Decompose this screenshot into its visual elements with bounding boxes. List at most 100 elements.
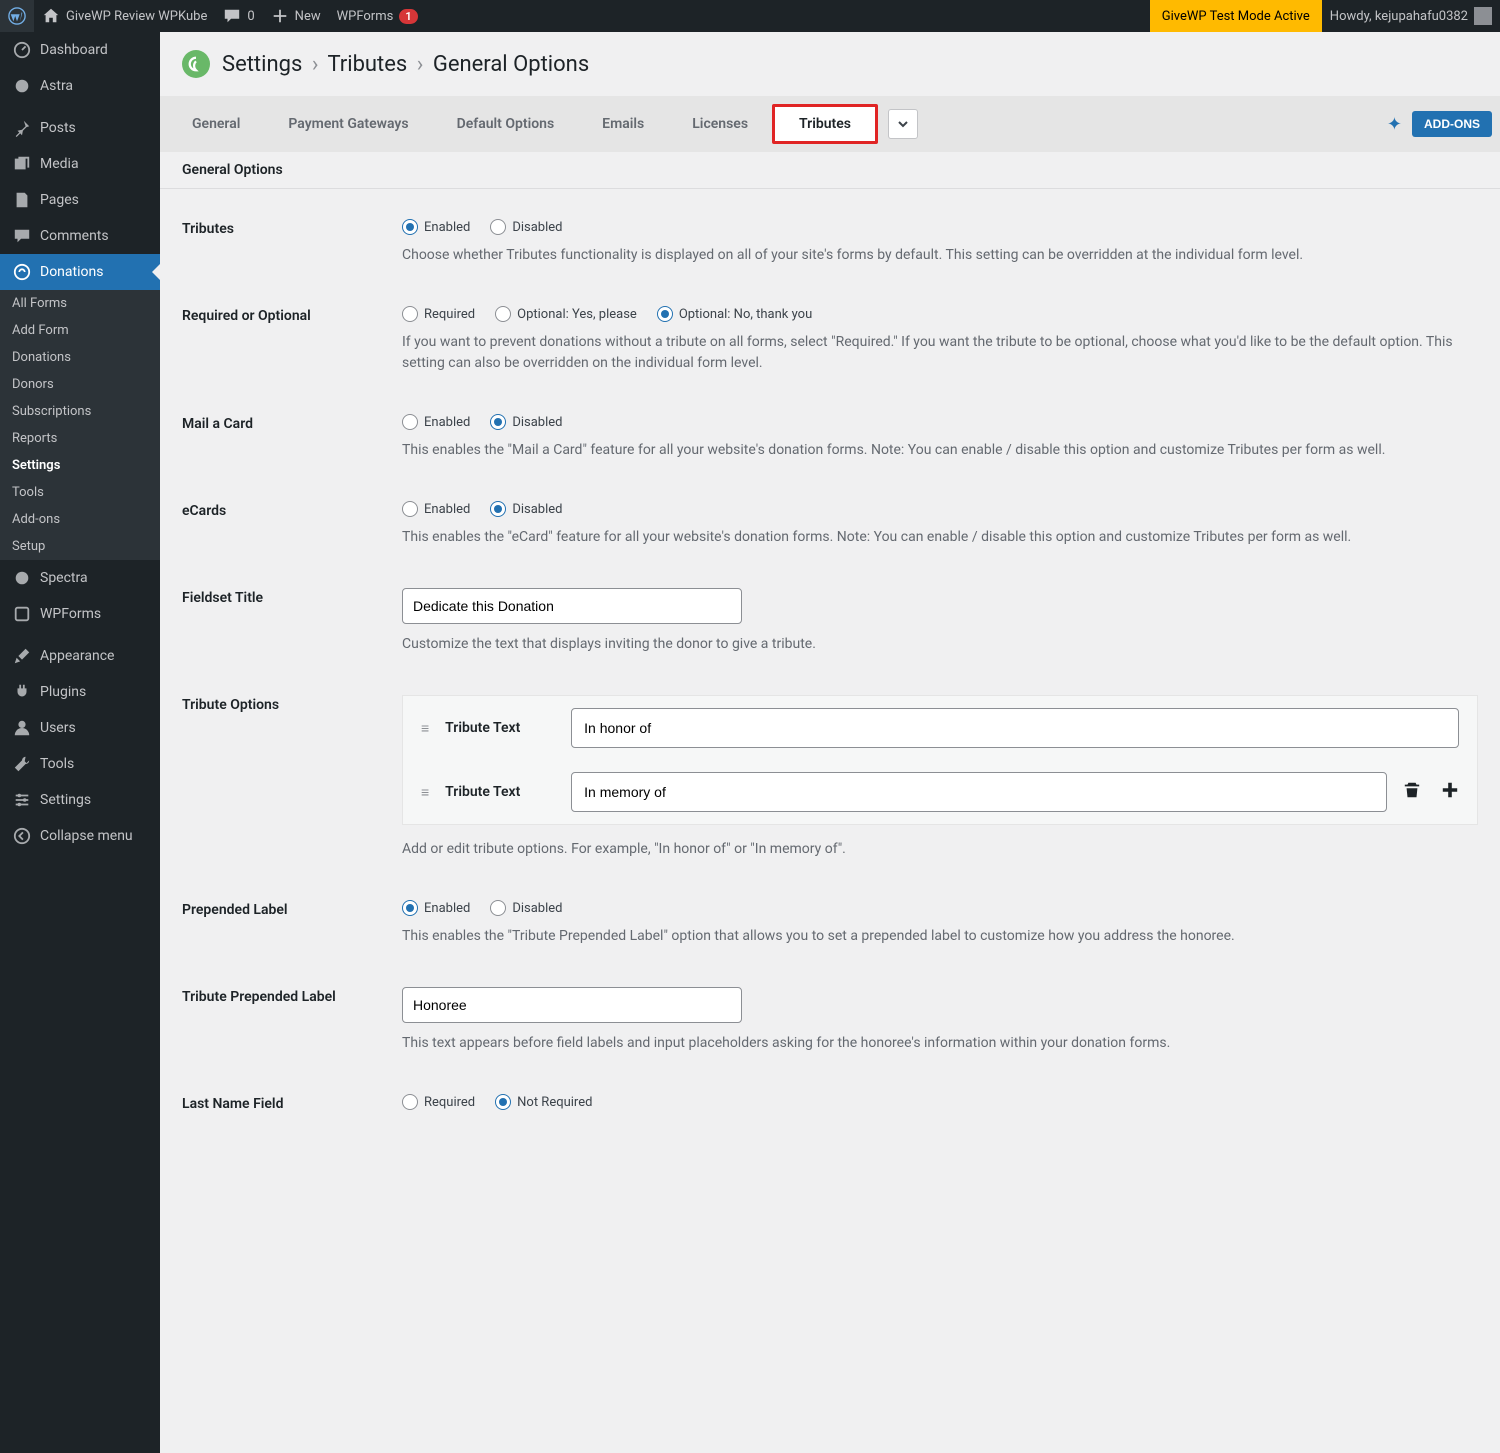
label-mail-card: Mail a Card	[182, 414, 402, 461]
sidebar-item-astra[interactable]: Astra	[0, 68, 160, 104]
label-tribute-prepended: Tribute Prepended Label	[182, 987, 402, 1054]
row-required: Required or Optional Required Optional: …	[182, 286, 1478, 394]
comment-icon	[223, 7, 241, 25]
media-icon	[12, 154, 32, 174]
ecards-enabled-radio[interactable]: Enabled	[402, 501, 470, 517]
site-name-link[interactable]: GiveWP Review WPKube	[34, 0, 215, 32]
submenu-donors[interactable]: Donors	[0, 371, 160, 398]
sidebar-item-wpforms[interactable]: WPForms	[0, 596, 160, 632]
home-icon	[42, 7, 60, 25]
label-tributes: Tributes	[182, 219, 402, 266]
prepended-enabled-radio[interactable]: Enabled	[402, 900, 470, 916]
admin-toolbar: GiveWP Review WPKube 0 New WPForms 1 Giv…	[0, 0, 1500, 32]
tributes-enabled-radio[interactable]: Enabled	[402, 219, 470, 235]
dashboard-icon	[12, 40, 32, 60]
sidebar-item-plugins[interactable]: Plugins	[0, 674, 160, 710]
sidebar-item-donations[interactable]: Donations	[0, 254, 160, 290]
tab-default-options[interactable]: Default Options	[433, 96, 579, 152]
givewp-icon	[12, 262, 32, 282]
submenu-all-forms[interactable]: All Forms	[0, 290, 160, 317]
avatar-icon	[1474, 7, 1492, 25]
wp-logo[interactable]	[0, 0, 34, 32]
sidebar-item-settings[interactable]: Settings	[0, 782, 160, 818]
user-icon	[12, 718, 32, 738]
addons-button[interactable]: ADD-ONS	[1412, 111, 1492, 137]
wpforms-link[interactable]: WPForms 1	[329, 0, 426, 32]
trash-icon	[1403, 781, 1421, 799]
mail-enabled-radio[interactable]: Enabled	[402, 414, 470, 430]
sidebar-item-tools[interactable]: Tools	[0, 746, 160, 782]
comments-link[interactable]: 0	[215, 0, 262, 32]
last-name-required-radio[interactable]: Required	[402, 1094, 475, 1110]
submenu-reports[interactable]: Reports	[0, 425, 160, 452]
optional-no-radio[interactable]: Optional: No, thank you	[657, 306, 812, 322]
wpforms-icon	[12, 604, 32, 624]
sidebar-item-dashboard[interactable]: Dashboard	[0, 32, 160, 68]
row-last-name: Last Name Field Required Not Required	[182, 1074, 1478, 1140]
tributes-disabled-radio[interactable]: Disabled	[490, 219, 562, 235]
test-mode-banner[interactable]: GiveWP Test Mode Active	[1150, 0, 1322, 32]
row-prepended-label: Prepended Label Enabled Disabled This en…	[182, 880, 1478, 967]
tribute-prepended-input[interactable]	[402, 987, 742, 1023]
tribute-options-box: ≡ Tribute Text ≡ Tribute Text	[402, 695, 1478, 825]
tribute-option-row: ≡ Tribute Text	[415, 760, 1465, 824]
optional-yes-radio[interactable]: Optional: Yes, please	[495, 306, 637, 322]
ecards-disabled-radio[interactable]: Disabled	[490, 501, 562, 517]
astra-icon	[12, 76, 32, 96]
wrench-icon	[12, 754, 32, 774]
sidebar-item-media[interactable]: Media	[0, 146, 160, 182]
submenu-subscriptions[interactable]: Subscriptions	[0, 398, 160, 425]
drag-handle-icon[interactable]: ≡	[421, 784, 429, 801]
submenu-addons[interactable]: Add-ons	[0, 506, 160, 533]
sidebar-item-posts[interactable]: Posts	[0, 110, 160, 146]
last-name-not-required-radio[interactable]: Not Required	[495, 1094, 592, 1110]
add-option-button[interactable]	[1441, 781, 1459, 803]
sidebar-item-pages[interactable]: Pages	[0, 182, 160, 218]
row-ecards: eCards Enabled Disabled This enables the…	[182, 481, 1478, 568]
spectra-icon	[12, 568, 32, 588]
label-required: Required or Optional	[182, 306, 402, 374]
submenu-donations[interactable]: Donations	[0, 344, 160, 371]
new-content-link[interactable]: New	[263, 0, 329, 32]
tribute-text-input-2[interactable]	[571, 772, 1387, 812]
mail-disabled-radio[interactable]: Disabled	[490, 414, 562, 430]
pin-icon	[12, 118, 32, 138]
row-mail-card: Mail a Card Enabled Disabled This enable…	[182, 394, 1478, 481]
row-fieldset-title: Fieldset Title Customize the text that d…	[182, 568, 1478, 675]
required-radio[interactable]: Required	[402, 306, 475, 322]
submenu-setup[interactable]: Setup	[0, 533, 160, 560]
submenu-tools[interactable]: Tools	[0, 479, 160, 506]
chevron-down-icon	[897, 118, 909, 130]
content-area: Settings › Tributes › General Options Ge…	[160, 32, 1500, 1453]
prepended-disabled-radio[interactable]: Disabled	[490, 900, 562, 916]
givewp-logo-icon	[182, 50, 210, 78]
tabs-bar: General Payment Gateways Default Options…	[160, 96, 1500, 152]
label-fieldset-title: Fieldset Title	[182, 588, 402, 655]
brush-icon	[12, 646, 32, 666]
tab-licenses[interactable]: Licenses	[668, 96, 772, 152]
drag-handle-icon[interactable]: ≡	[421, 720, 429, 737]
label-last-name: Last Name Field	[182, 1094, 402, 1120]
tab-general[interactable]: General	[168, 96, 264, 152]
row-tributes: Tributes Enabled Disabled Choose whether…	[182, 199, 1478, 286]
sidebar-item-comments[interactable]: Comments	[0, 218, 160, 254]
tabs-more-button[interactable]	[888, 109, 918, 139]
tab-payment-gateways[interactable]: Payment Gateways	[264, 96, 432, 152]
label-ecards: eCards	[182, 501, 402, 548]
sidebar-item-collapse[interactable]: Collapse menu	[0, 818, 160, 854]
sidebar-item-spectra[interactable]: Spectra	[0, 560, 160, 596]
submenu-settings[interactable]: Settings	[0, 452, 160, 479]
addons-sparkle-icon: ✦	[1387, 114, 1402, 135]
collapse-icon	[12, 826, 32, 846]
fieldset-title-input[interactable]	[402, 588, 742, 624]
tribute-text-input-1[interactable]	[571, 708, 1459, 748]
tab-emails[interactable]: Emails	[578, 96, 668, 152]
wpforms-badge: 1	[399, 9, 417, 24]
tab-tributes[interactable]: Tributes	[772, 104, 878, 144]
submenu-add-form[interactable]: Add Form	[0, 317, 160, 344]
sidebar-item-users[interactable]: Users	[0, 710, 160, 746]
sidebar-item-appearance[interactable]: Appearance	[0, 638, 160, 674]
my-account-link[interactable]: Howdy, kejupahafu0382	[1322, 0, 1500, 32]
delete-option-button[interactable]	[1403, 781, 1421, 803]
wordpress-icon	[8, 7, 26, 25]
